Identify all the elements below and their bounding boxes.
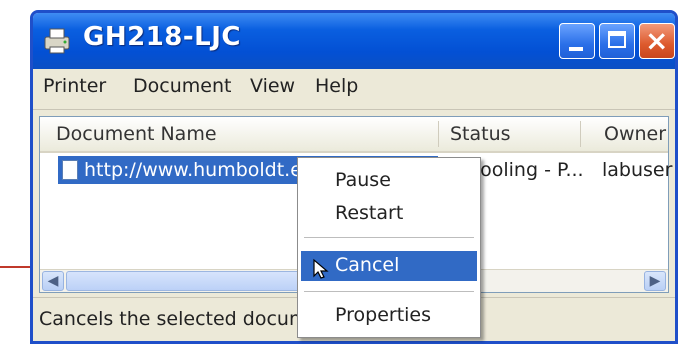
menu-item-label: Cancel	[335, 254, 400, 276]
printer-icon	[44, 28, 70, 54]
menu-item-label: Pause	[335, 169, 391, 191]
scrollbar-thumb[interactable]	[66, 271, 316, 291]
menu-help[interactable]: Help	[315, 75, 358, 97]
mouse-cursor-icon	[313, 258, 329, 279]
scroll-left-button[interactable]: ◀	[42, 271, 64, 291]
owner-cell: labuser	[602, 159, 673, 181]
menu-item-pause[interactable]: Pause	[301, 166, 477, 196]
maximize-button[interactable]	[599, 23, 635, 59]
menu-bar: Printer Document View Help	[33, 69, 675, 110]
window-title: GH218-LJC	[83, 22, 241, 52]
title-bar[interactable]: GH218-LJC ×	[33, 13, 675, 69]
minimize-icon	[569, 47, 583, 51]
column-header-document-name[interactable]: Document Name	[56, 123, 217, 145]
status-text: Cancels the selected docum...	[39, 308, 326, 330]
column-divider[interactable]	[580, 121, 581, 147]
menu-item-label: Properties	[335, 304, 432, 326]
menu-separator	[304, 237, 474, 238]
menu-item-properties[interactable]: Properties	[301, 301, 477, 331]
menu-item-label: Restart	[335, 202, 404, 224]
menu-view[interactable]: View	[250, 75, 295, 97]
column-header-owner[interactable]: Owner	[604, 123, 666, 145]
document-icon	[62, 160, 78, 180]
menu-separator	[304, 291, 474, 292]
scroll-right-button[interactable]: ▶	[644, 271, 666, 291]
list-header: Document Name Status Owner	[40, 117, 668, 153]
close-button[interactable]: ×	[639, 23, 675, 59]
minimize-button[interactable]	[559, 23, 595, 59]
close-icon: ×	[645, 24, 669, 57]
maximize-icon	[608, 31, 626, 48]
context-menu: Pause Restart Cancel Properties	[297, 157, 481, 338]
menu-item-restart[interactable]: Restart	[301, 199, 477, 229]
column-divider[interactable]	[438, 121, 439, 147]
column-header-status[interactable]: Status	[450, 123, 511, 145]
menu-printer[interactable]: Printer	[43, 75, 106, 97]
menu-document[interactable]: Document	[133, 75, 231, 97]
